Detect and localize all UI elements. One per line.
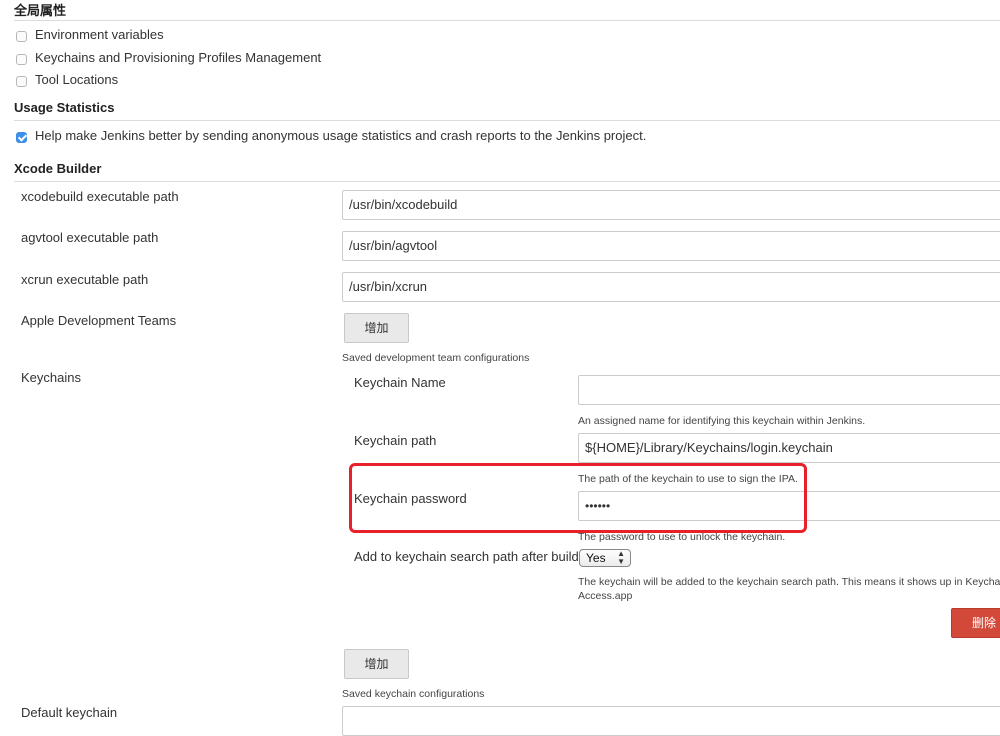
chevron-updown-icon: ▲ ▼ [617, 549, 625, 566]
xcrun-path-input[interactable]: /usr/bin/xcrun [342, 272, 1000, 302]
xcrun-path-label: xcrun executable path [21, 272, 149, 287]
keychain-search-path-help-line2: Access.app [578, 590, 633, 602]
section-divider [14, 20, 1000, 21]
xcodebuild-path-label: xcodebuild executable path [21, 189, 179, 204]
delete-keychain-button[interactable]: 删除 [951, 608, 1000, 638]
keychains-profiles-checkbox[interactable] [16, 54, 27, 65]
select-value: Yes [586, 551, 606, 565]
section-divider [14, 181, 1000, 182]
section-title-xcode-builder: Xcode Builder [14, 161, 102, 176]
keychain-search-path-help-line1: The keychain will be added to the keycha… [578, 576, 1000, 588]
keychain-path-label: Keychain path [354, 433, 437, 448]
annotation-highlight-box [349, 463, 807, 533]
section-title-global-props: 全局属性 [14, 3, 67, 18]
teams-help-text: Saved development team configurations [342, 352, 530, 364]
usage-statistics-label: Help make Jenkins better by sending anon… [35, 128, 647, 143]
keychains-profiles-label: Keychains and Provisioning Profiles Mana… [35, 50, 322, 65]
default-keychain-label: Default keychain [21, 705, 118, 720]
keychain-name-label: Keychain Name [354, 375, 446, 390]
environment-variables-label: Environment variables [35, 27, 164, 42]
keychains-label: Keychains [21, 370, 81, 385]
apple-dev-teams-label: Apple Development Teams [21, 313, 177, 328]
keychain-path-input[interactable]: ${HOME}/Library/Keychains/login.keychain [578, 433, 1000, 463]
tool-locations-label: Tool Locations [35, 72, 119, 87]
agvtool-path-label: agvtool executable path [21, 230, 159, 245]
keychain-search-path-label: Add to keychain search path after build [354, 549, 579, 564]
section-divider [14, 120, 1000, 121]
section-title-usage-statistics: Usage Statistics [14, 100, 115, 115]
keychain-name-help: An assigned name for identifying this ke… [578, 415, 866, 427]
keychains-help-text: Saved keychain configurations [342, 688, 485, 700]
xcodebuild-path-input[interactable]: /usr/bin/xcodebuild [342, 190, 1000, 220]
add-keychain-button[interactable]: 增加 [344, 649, 409, 679]
tool-locations-checkbox[interactable] [16, 76, 27, 87]
usage-statistics-checkbox[interactable] [16, 132, 27, 143]
keychain-name-input[interactable] [578, 375, 1000, 405]
keychain-search-path-select[interactable]: Yes ▲ ▼ [579, 549, 631, 567]
agvtool-path-input[interactable]: /usr/bin/agvtool [342, 231, 1000, 261]
environment-variables-checkbox[interactable] [16, 31, 27, 42]
add-team-button[interactable]: 增加 [344, 313, 409, 343]
